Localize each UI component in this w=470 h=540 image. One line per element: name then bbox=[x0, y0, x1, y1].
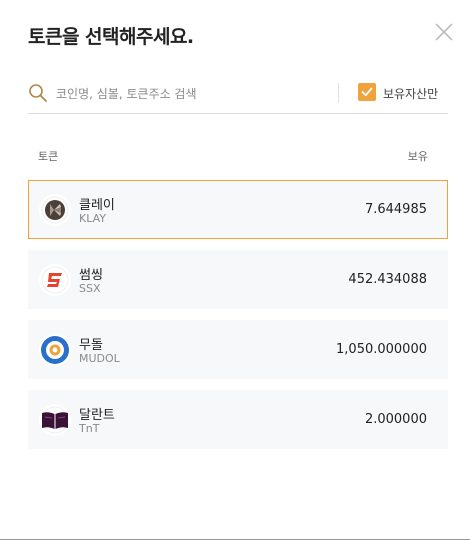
search-divider bbox=[338, 83, 339, 103]
token-row-klay[interactable]: 클레이 KLAY 7.644985 bbox=[28, 180, 448, 239]
token-balance: 1,050.000000 bbox=[336, 342, 427, 357]
mudol-logo-icon bbox=[39, 334, 71, 366]
close-icon bbox=[435, 23, 453, 41]
ssx-logo-icon bbox=[39, 264, 71, 296]
token-symbol: KLAY bbox=[79, 212, 106, 225]
column-token: 토큰 bbox=[38, 150, 59, 163]
token-balance: 7.644985 bbox=[364, 202, 427, 217]
token-row-tnt[interactable]: 달란트 TnT 2.000000 bbox=[28, 390, 448, 449]
search-input[interactable] bbox=[56, 82, 336, 106]
tnt-logo-icon bbox=[39, 404, 71, 436]
column-holding: 보유 bbox=[407, 150, 428, 163]
search-bar: 보유자산만 bbox=[28, 80, 448, 114]
token-symbol: SSX bbox=[79, 282, 101, 295]
token-symbol: TnT bbox=[79, 422, 100, 435]
token-name: 달란트 bbox=[79, 408, 115, 423]
held-assets-only-checkbox[interactable] bbox=[358, 83, 376, 101]
klay-logo-icon bbox=[39, 194, 71, 226]
token-list-header: 토큰 보유 bbox=[28, 148, 428, 164]
token-name: 클레이 bbox=[79, 198, 115, 213]
token-name: 썸씽 bbox=[79, 268, 103, 283]
close-button[interactable] bbox=[432, 20, 456, 44]
held-assets-only-label[interactable]: 보유자산만 bbox=[383, 85, 438, 102]
token-select-modal: 토큰을 선택해주세요. 보유자산만 토큰 보유 bbox=[0, 0, 470, 540]
token-row-ssx[interactable]: 썸씽 SSX 452.434088 bbox=[28, 250, 448, 309]
token-symbol: MUDOL bbox=[79, 352, 120, 365]
token-balance: 452.434088 bbox=[348, 272, 427, 287]
token-row-mudol[interactable]: 무돌 MUDOL 1,050.000000 bbox=[28, 320, 448, 379]
modal-title: 토큰을 선택해주세요. bbox=[28, 26, 194, 48]
token-name: 무돌 bbox=[79, 338, 103, 353]
token-balance: 2.000000 bbox=[364, 412, 427, 427]
checkmark-icon bbox=[361, 87, 373, 97]
search-icon bbox=[29, 84, 47, 102]
